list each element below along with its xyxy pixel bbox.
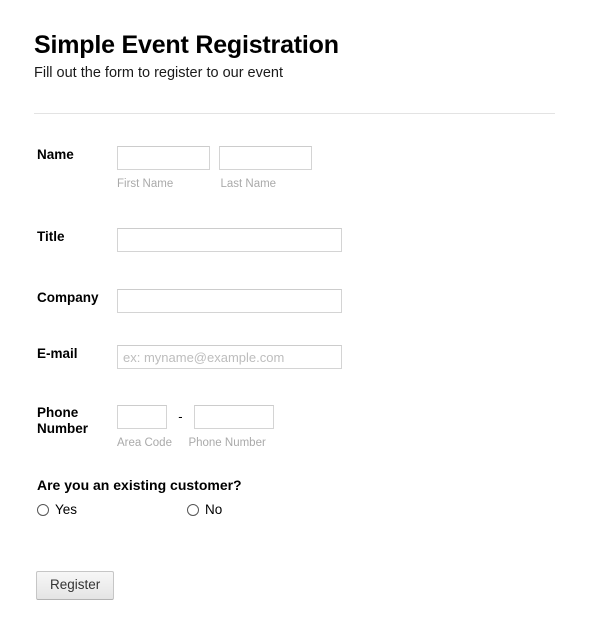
email-input[interactable]	[117, 345, 342, 369]
radio-label-yes: Yes	[55, 502, 78, 517]
register-button[interactable]: Register	[36, 571, 115, 600]
existing-customer-options: Yes No	[37, 500, 437, 522]
phone-inputs: -	[117, 405, 274, 429]
sublabel-last-name: Last Name	[220, 178, 277, 190]
name-sublabels: First Name Last Name	[117, 174, 319, 192]
radio-label-no: No	[205, 502, 223, 517]
radio-option-no[interactable]: No	[187, 500, 222, 520]
name-inputs	[117, 146, 313, 170]
company-input[interactable]	[117, 289, 342, 313]
page-title: Simple Event Registration	[34, 31, 339, 59]
company-inputs	[117, 289, 342, 313]
phone-sublabels: Area Code Phone Number	[117, 433, 288, 451]
title-input[interactable]	[117, 228, 342, 252]
registration-form-page: Simple Event Registration Fill out the f…	[0, 0, 590, 629]
page-subtitle: Fill out the form to register to our eve…	[34, 65, 284, 81]
area-code-input[interactable]	[117, 405, 167, 429]
sublabel-area-code: Area Code	[117, 437, 172, 449]
existing-customer-question: Are you an existing customer?	[37, 477, 242, 493]
radio-option-yes[interactable]: Yes	[37, 500, 77, 520]
radio-circle-icon[interactable]	[37, 504, 49, 516]
last-name-input[interactable]	[219, 146, 313, 170]
header-divider	[34, 113, 555, 114]
submit-area: Register	[36, 571, 115, 600]
sublabel-first-name: First Name	[117, 178, 174, 190]
first-name-input[interactable]	[117, 146, 210, 170]
title-inputs	[117, 228, 342, 252]
phone-separator: -	[178, 409, 183, 424]
label-phone-number: Phone Number	[37, 405, 89, 436]
radio-circle-icon[interactable]	[187, 504, 199, 516]
form-header: Simple Event Registration Fill out the f…	[34, 30, 555, 82]
phone-number-input[interactable]	[193, 405, 274, 429]
email-inputs	[117, 345, 342, 369]
sublabel-phone-number: Phone Number	[188, 437, 266, 449]
